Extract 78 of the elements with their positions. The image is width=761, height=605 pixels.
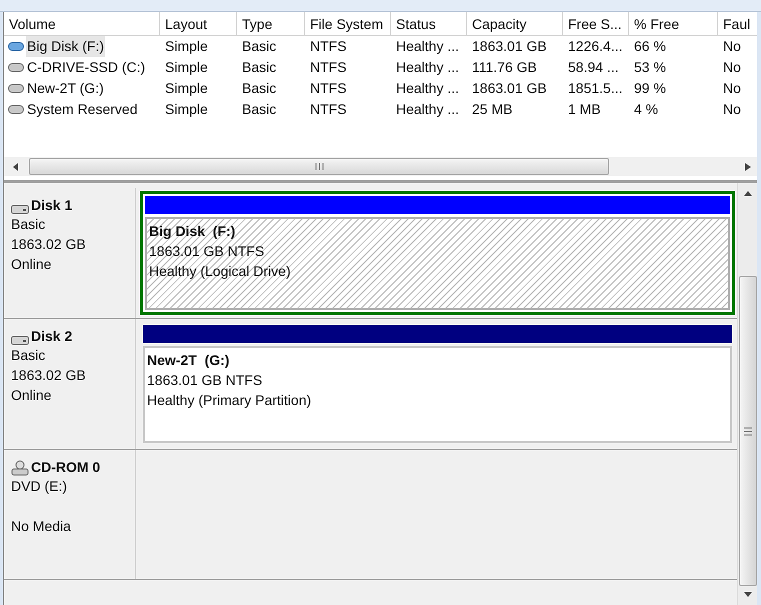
column-header[interactable]: % Free: [629, 12, 718, 35]
disk-name: Disk 1: [31, 196, 72, 214]
table-cell-text: Basic: [241, 79, 278, 98]
column-header[interactable]: File System: [305, 12, 391, 35]
table-cell-text: NTFS: [309, 79, 348, 98]
table-cell-text: NTFS: [309, 58, 348, 77]
scrollbar-thumb[interactable]: [738, 276, 756, 586]
partition-status: Healthy (Logical Drive): [149, 262, 291, 281]
grip-icon: [744, 426, 752, 436]
table-cell-text: No: [722, 79, 742, 98]
table-cell-text: No: [722, 58, 742, 77]
scroll-right-icon[interactable]: [745, 162, 751, 170]
table-cell[interactable]: C-DRIVE-SSD (C:): [26, 57, 146, 78]
table-cell-text: 111.76 GB: [471, 58, 538, 77]
vertical-scrollbar[interactable]: [737, 183, 757, 605]
table-cell-text: Simple: [164, 58, 209, 77]
table-cell-text: NTFS: [309, 37, 348, 56]
table-cell-text: Healthy ...: [395, 37, 460, 56]
table-cell-text: 4 %: [633, 100, 660, 119]
column-header[interactable]: Faul: [718, 12, 757, 35]
partition-name: Big Disk (F:): [149, 222, 236, 241]
column-header[interactable]: Volume: [4, 12, 160, 35]
table-cell-text: 1 MB: [567, 100, 602, 119]
table-cell-text: 25 MB: [471, 100, 514, 119]
scroll-up-icon[interactable]: [744, 191, 752, 196]
cd-drive-icon: [11, 460, 29, 476]
table-cell-text: Basic: [241, 100, 278, 119]
disk-info: Online: [11, 255, 52, 274]
column-header[interactable]: Status: [391, 12, 467, 35]
table-cell-text: Basic: [241, 37, 278, 56]
disk-info: Basic: [11, 346, 46, 365]
column-header[interactable]: Free S...: [563, 12, 629, 35]
drive-icon: [8, 63, 24, 72]
column-header[interactable]: Capacity: [467, 12, 563, 35]
table-cell-text: NTFS: [309, 100, 348, 119]
table-cell-text: 1863.01 GB: [471, 37, 548, 56]
table-cell-text: Simple: [164, 79, 209, 98]
disk-name: Disk 2: [31, 327, 72, 345]
table-cell-text: Simple: [164, 100, 209, 119]
table-cell-text: Basic: [241, 58, 278, 77]
drive-icon: [8, 84, 24, 93]
disk-info: 1863.02 GB: [11, 235, 86, 254]
table-cell-text: 1226.4...: [567, 37, 624, 56]
partition-block[interactable]: Big Disk (F:) 1863.01 GB NTFS Healthy (Logical Drive): [140, 191, 735, 315]
table-cell-text: 53 %: [633, 58, 667, 77]
column-header[interactable]: Layout: [160, 12, 237, 35]
disk-info: Online: [11, 386, 52, 405]
horizontal-scrollbar[interactable]: [4, 157, 757, 176]
disk-info: DVD (E:): [11, 477, 67, 496]
grip-icon: [314, 163, 324, 170]
drive-icon: [8, 42, 24, 51]
table-cell-text: No: [722, 100, 742, 119]
table-cell-text: No: [722, 37, 742, 56]
partition-size: 1863.01 GB NTFS: [149, 242, 264, 261]
scroll-down-icon[interactable]: [744, 592, 752, 597]
partition-status: Healthy (Primary Partition): [147, 391, 312, 410]
disk-info: 1863.02 GB: [11, 366, 86, 385]
disk-name: CD-ROM 0: [31, 458, 100, 476]
table-cell-text: 66 %: [633, 37, 667, 56]
scrollbar-thumb[interactable]: [29, 158, 609, 175]
drive-icon: [8, 105, 24, 114]
table-cell-text: Healthy ...: [395, 58, 460, 77]
disk-info: Basic: [11, 215, 46, 234]
table-cell-text: Healthy ...: [395, 100, 460, 119]
disk-info: No Media: [11, 517, 71, 536]
scroll-left-icon[interactable]: [13, 162, 19, 170]
table-cell-text: 58.94 ...: [567, 58, 620, 77]
table-cell[interactable]: System Reserved: [26, 99, 138, 120]
table-cell-text: Healthy ...: [395, 79, 460, 98]
table-cell[interactable]: Big Disk (F:): [26, 36, 105, 57]
partition-name: New-2T (G:): [147, 351, 230, 370]
table-cell-text: 1863.01 GB: [471, 79, 548, 98]
partition-size: 1863.01 GB NTFS: [147, 371, 262, 390]
table-cell-text: 99 %: [633, 79, 667, 98]
table-cell[interactable]: New-2T (G:): [26, 78, 105, 99]
column-header[interactable]: Type: [237, 12, 305, 35]
table-cell-text: 1851.5...: [567, 79, 624, 98]
table-cell-text: Simple: [164, 37, 209, 56]
